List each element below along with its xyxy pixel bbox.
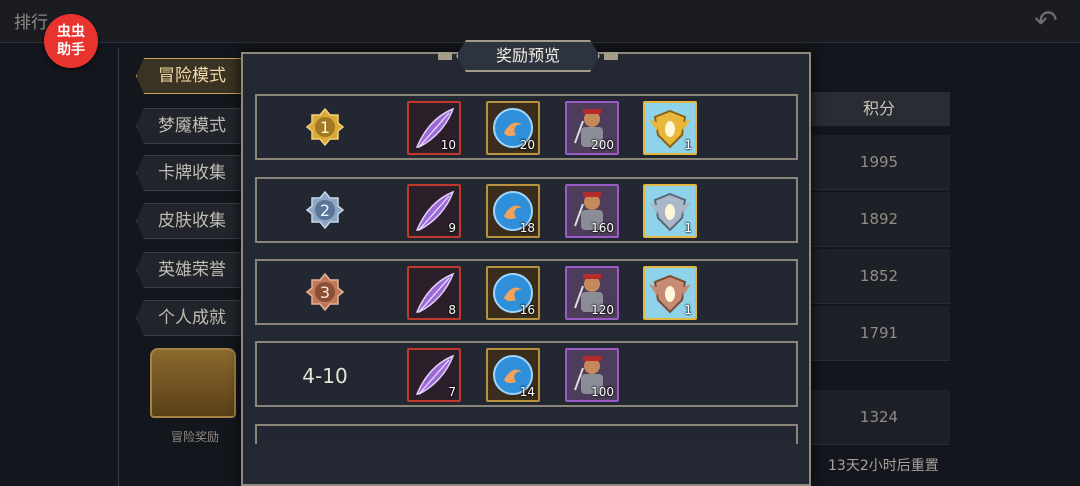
reward-item[interactable]: 9	[407, 184, 461, 238]
reset-timer: 13天2小时后重置	[828, 458, 939, 474]
tab-card-collection[interactable]: 卡牌收集	[136, 155, 248, 191]
reward-quantity: 18	[519, 221, 535, 235]
reward-quantity: 10	[440, 138, 456, 152]
reward-quantity: 100	[591, 385, 614, 399]
reward-item[interactable]: 14	[486, 348, 540, 402]
title-ornament-icon	[604, 52, 618, 60]
tab-hero-honor[interactable]: 英雄荣誉	[136, 252, 248, 288]
reward-item[interactable]: 7	[407, 348, 461, 402]
reward-item[interactable]: 20	[486, 101, 540, 155]
page-title: 排行	[14, 13, 48, 33]
reward-item[interactable]: 18	[486, 184, 540, 238]
rank-3-label: 3	[320, 283, 330, 302]
chest-label: 冒险奖励	[170, 430, 219, 444]
treasure-chest-icon[interactable]	[150, 348, 236, 418]
top-bar: 排行 ↶	[0, 0, 1080, 43]
reward-item[interactable]: 16	[486, 266, 540, 320]
tab-skin-collection[interactable]: 皮肤收集	[136, 203, 248, 239]
reward-item[interactable]: 100	[565, 348, 619, 402]
rank-2-medal-icon: 2	[305, 190, 345, 230]
reward-quantity: 7	[448, 385, 456, 399]
reward-quantity: 1	[684, 138, 692, 152]
reward-quantity: 9	[448, 221, 456, 235]
rank-4-10-label: 4-10	[302, 364, 348, 388]
tab-adventure-mode[interactable]: 冒险模式	[136, 58, 248, 94]
reward-quantity: 160	[591, 221, 614, 235]
score-cell: 1995	[808, 135, 950, 190]
reward-quantity: 8	[448, 303, 456, 317]
score-cell: 1791	[808, 306, 950, 361]
reward-item[interactable]: 10	[407, 101, 461, 155]
title-ornament-icon	[438, 52, 452, 60]
rank-1-label: 1	[320, 118, 330, 137]
rank-2-label: 2	[320, 201, 330, 220]
reward-item[interactable]: 1	[643, 266, 697, 320]
rank-3-medal-icon: 3	[305, 272, 345, 312]
reward-quantity: 20	[519, 138, 535, 152]
reward-item[interactable]: 8	[407, 266, 461, 320]
rank-1-medal-icon: 1	[305, 107, 345, 147]
back-arrow-icon[interactable]: ↶	[1026, 6, 1066, 36]
reward-quantity: 16	[519, 303, 535, 317]
score-cell: 1852	[808, 249, 950, 304]
helper-app-badge[interactable]: 虫虫 助手	[44, 14, 98, 68]
reward-quantity: 1	[684, 303, 692, 317]
score-cell: 1324	[808, 390, 950, 445]
reward-item[interactable]: 200	[565, 101, 619, 155]
score-cell: 1892	[808, 192, 950, 247]
reward-quantity: 14	[519, 385, 535, 399]
reward-item[interactable]: 1	[643, 184, 697, 238]
reward-item[interactable]: 1	[643, 101, 697, 155]
reward-row-partial	[255, 424, 798, 444]
reward-quantity: 200	[591, 138, 614, 152]
reward-quantity: 1	[684, 221, 692, 235]
reward-quantity: 120	[591, 303, 614, 317]
reward-item[interactable]: 120	[565, 266, 619, 320]
tab-personal-achievement[interactable]: 个人成就	[136, 300, 248, 336]
tab-nightmare-mode[interactable]: 梦魇模式	[136, 108, 248, 144]
modal-title: 奖励预览	[456, 40, 600, 72]
reward-item[interactable]: 160	[565, 184, 619, 238]
score-column-header: 积分	[808, 92, 950, 126]
